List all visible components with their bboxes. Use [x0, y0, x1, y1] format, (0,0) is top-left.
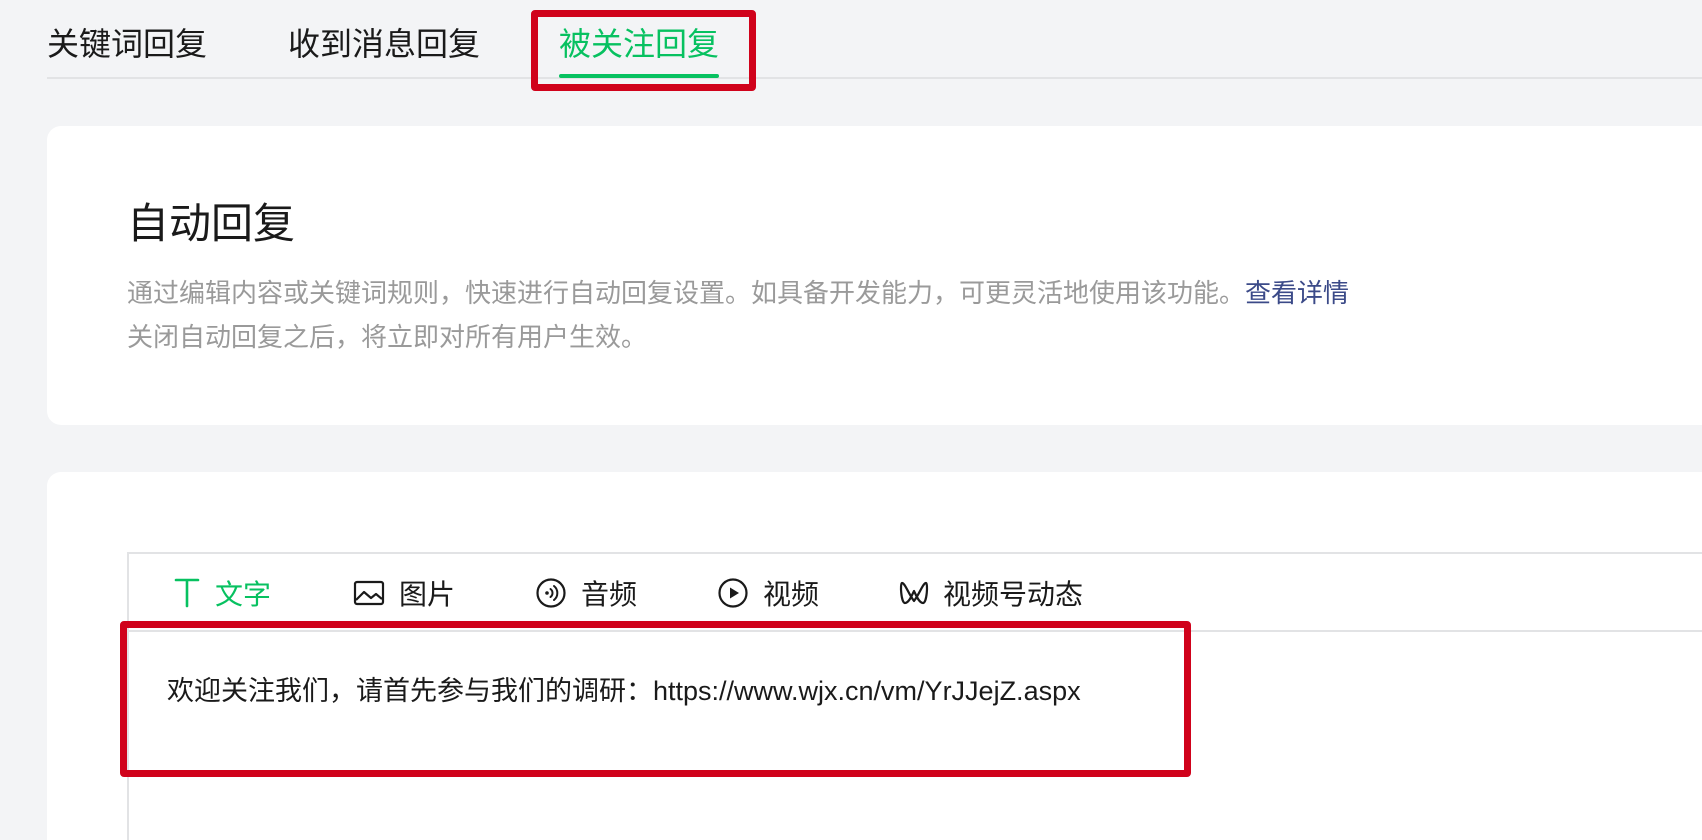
reply-content-text[interactable]: 欢迎关注我们，请首先参与我们的调研：https://www.wjx.cn/vm/… [167, 672, 1081, 710]
tab-follow-reply[interactable]: 被关注回复 [559, 24, 720, 78]
tool-video-label: 视频 [763, 578, 820, 611]
tool-channels-label: 视频号动态 [943, 578, 1084, 611]
tab-follow-reply-label: 被关注回复 [559, 25, 720, 63]
tool-channels[interactable]: 视频号动态 [899, 574, 1083, 612]
media-type-toolbar: 文字 图片 音频 视频 视频号动态 [129, 554, 1702, 632]
reply-editor-card: 文字 图片 音频 视频 视频号动态 欢迎关注我们，请首先参与我们的调研：http… [47, 472, 1702, 840]
view-details-link[interactable]: 查看详情 [1245, 279, 1349, 309]
tool-video[interactable]: 视频 [717, 574, 819, 612]
reply-editor: 文字 图片 音频 视频 视频号动态 欢迎关注我们，请首先参与我们的调研：http… [127, 552, 1702, 840]
tab-keyword-reply[interactable]: 关键词回复 [47, 24, 207, 64]
page-title: 自动回复 [127, 199, 296, 248]
tool-audio-label: 音频 [581, 578, 638, 611]
tool-audio[interactable]: 音频 [535, 574, 637, 612]
info-description: 通过编辑内容或关键词规则，快速进行自动回复设置。如具备开发能力，可更灵活地使用该… [127, 272, 1349, 360]
audio-icon [536, 578, 566, 608]
text-icon [174, 578, 200, 608]
auto-reply-info-card: 自动回复 通过编辑内容或关键词规则，快速进行自动回复设置。如具备开发能力，可更灵… [47, 126, 1702, 425]
disable-note: 关闭自动回复之后，将立即对所有用户生效。 [127, 323, 648, 353]
image-icon [353, 580, 385, 606]
video-icon [718, 578, 748, 608]
tool-text-label: 文字 [215, 578, 272, 611]
tool-text[interactable]: 文字 [173, 574, 271, 612]
description-text: 通过编辑内容或关键词规则，快速进行自动回复设置。如具备开发能力，可更灵活地使用该… [127, 279, 1246, 309]
tool-image[interactable]: 图片 [353, 574, 455, 612]
channels-icon [899, 581, 929, 605]
tool-image-label: 图片 [399, 578, 456, 611]
reply-type-tabs: 关键词回复 收到消息回复 被关注回复 [47, 0, 1702, 79]
active-tab-indicator [559, 74, 720, 78]
tab-message-reply[interactable]: 收到消息回复 [288, 24, 480, 64]
